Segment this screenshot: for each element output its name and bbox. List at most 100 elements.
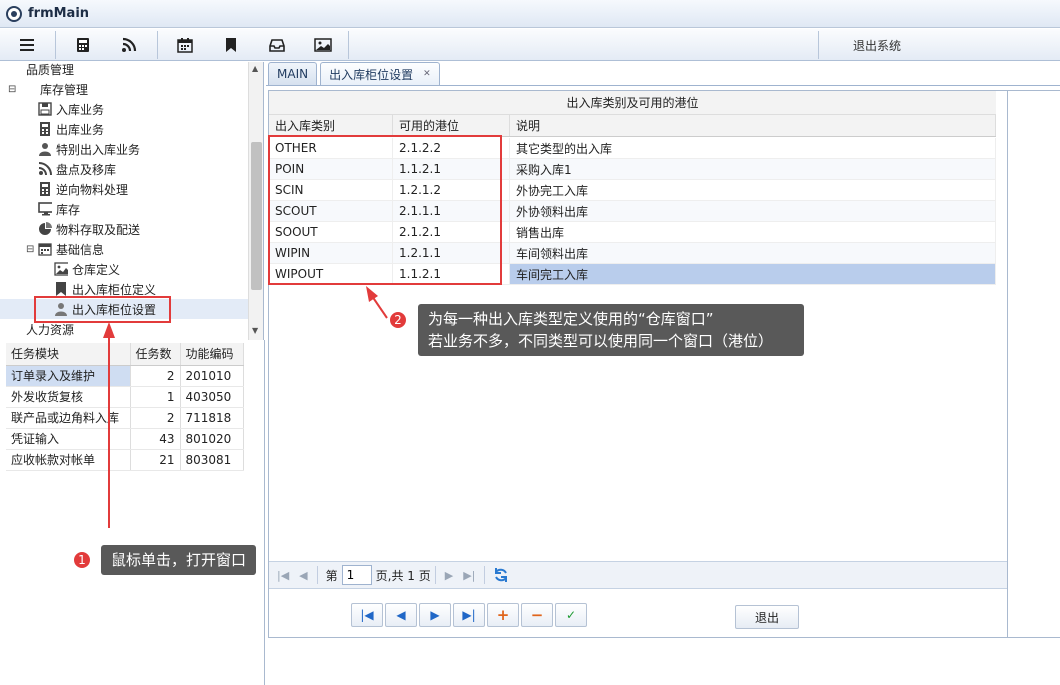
divider <box>264 340 265 685</box>
description-cell[interactable]: 采购入库1 <box>510 159 996 179</box>
table-row[interactable]: 联产品或边角料入库 2 711818 <box>6 407 244 429</box>
table-row[interactable]: 凭证输入 43 801020 <box>6 428 244 450</box>
task-count: 21 <box>130 449 181 471</box>
bookmark-icon[interactable] <box>218 33 244 57</box>
scroll-up-icon[interactable]: ▲ <box>252 64 258 73</box>
table-row[interactable]: 外发收货复核 1 403050 <box>6 386 244 408</box>
column-header[interactable]: 任务数 <box>130 343 181 366</box>
tree-item-label: 人力资源 <box>26 322 75 337</box>
tree-item-label: 盘点及移库 <box>56 162 117 177</box>
table-row[interactable]: 订单录入及维护 2 201010 <box>6 365 244 387</box>
tree-item-label: 基础信息 <box>56 242 105 257</box>
tree-item-label: 出入库柜位定义 <box>72 282 157 297</box>
column-header[interactable]: 说明 <box>510 115 996 136</box>
tree-item-label: 出库业务 <box>56 122 105 137</box>
scroll-thumb[interactable] <box>251 142 262 290</box>
next-page-icon[interactable]: ▶ <box>445 569 453 582</box>
tree-item-label: 特别出入库业务 <box>56 142 141 157</box>
add-record-button[interactable]: + <box>487 603 519 627</box>
tree-item-outbound[interactable]: 出库业务 <box>0 119 248 139</box>
task-name: 订单录入及维护 <box>6 365 131 387</box>
close-icon[interactable]: ✕ <box>423 69 431 79</box>
exit-button[interactable]: 退出 <box>735 605 799 629</box>
inbox-icon[interactable] <box>264 33 290 57</box>
task-code: 403050 <box>180 386 244 408</box>
calculator-icon <box>38 122 52 136</box>
task-count: 1 <box>130 386 181 408</box>
task-code: 801020 <box>180 428 244 450</box>
tree-item-warehouse-definition[interactable]: 仓库定义 <box>0 259 248 279</box>
tree-item-label: 仓库定义 <box>72 262 121 277</box>
prev-record-button[interactable]: ◀ <box>385 603 417 627</box>
task-count: 2 <box>130 365 181 387</box>
tree-scrollbar[interactable]: ▲ ▼ <box>248 62 263 340</box>
image-icon <box>54 262 68 276</box>
column-header[interactable]: 可用的港位 <box>393 115 510 136</box>
window-title: frmMain <box>28 6 90 21</box>
first-page-icon[interactable]: |◀ <box>277 569 289 582</box>
delete-record-button[interactable]: − <box>521 603 553 627</box>
tree-item-special-in-out[interactable]: 特别出入库业务 <box>0 139 248 159</box>
calculator-icon[interactable] <box>70 33 96 57</box>
prev-page-icon[interactable]: ◀ <box>299 569 307 582</box>
last-record-button[interactable]: ▶| <box>453 603 485 627</box>
table-row[interactable]: 应收帐款对帐单 21 803081 <box>6 449 244 471</box>
save-record-button[interactable]: ✓ <box>555 603 587 627</box>
description-cell[interactable]: 外协完工入库 <box>510 180 996 200</box>
description-cell[interactable]: 其它类型的出入库 <box>510 138 996 158</box>
callout-slot-definition: 为每一种出入库类型定义使用的“仓库窗口” 若业务不多，不同类型可以使用同一个窗口… <box>418 304 804 356</box>
collapse-icon[interactable]: ⊟ <box>8 84 22 95</box>
description-cell[interactable]: 销售出库 <box>510 222 996 242</box>
column-header[interactable]: 出入库类别 <box>269 115 393 136</box>
refresh-icon[interactable] <box>493 567 509 583</box>
calendar-icon[interactable] <box>172 33 198 57</box>
description-cell[interactable]: 车间完工入库 <box>510 264 996 284</box>
description-cell[interactable]: 车间领料出库 <box>510 243 996 263</box>
exit-system-button[interactable]: 退出系统 <box>853 37 901 54</box>
description-cell[interactable]: 外协领料出库 <box>510 201 996 221</box>
pager: |◀ ◀ 第 页,共 1 页 ▶ ▶| <box>269 561 1007 589</box>
callout-badge: 2 <box>388 310 408 330</box>
tree-item-stocktake[interactable]: 盘点及移库 <box>0 159 248 179</box>
scroll-down-icon[interactable]: ▼ <box>252 326 258 335</box>
rss-icon[interactable] <box>116 33 142 57</box>
tab-main[interactable]: MAIN <box>268 62 318 85</box>
tree-item-reverse-material[interactable]: 逆向物料处理 <box>0 179 248 199</box>
first-record-button[interactable]: |◀ <box>351 603 383 627</box>
column-header[interactable]: 任务模块 <box>6 343 131 366</box>
calculator-icon <box>38 182 52 196</box>
task-code: 711818 <box>180 407 244 429</box>
menu-icon[interactable] <box>14 33 40 57</box>
next-record-button[interactable]: ▶ <box>419 603 451 627</box>
tab-label: MAIN <box>277 67 309 81</box>
page-number-input[interactable] <box>341 565 372 585</box>
task-code: 201010 <box>180 365 244 387</box>
tree-item-label: 库存 <box>56 202 81 217</box>
tree-item-quality[interactable]: 品质管理 <box>0 62 248 79</box>
image-icon[interactable] <box>310 33 336 57</box>
callout-line: 为每一种出入库类型定义使用的“仓库窗口” <box>428 310 714 328</box>
task-grid-header: 任务模块 任务数 功能编码 <box>6 343 244 366</box>
column-header[interactable]: 功能编码 <box>180 343 244 366</box>
callout-badge: 1 <box>72 550 92 570</box>
tab-slot-settings[interactable]: 出入库柜位设置 ✕ <box>320 62 440 85</box>
tree-item-stock[interactable]: 库存 <box>0 199 248 219</box>
tree-item-inventory-management[interactable]: ⊟ 库存管理 <box>0 79 248 99</box>
title-bar: frmMain <box>0 0 1060 28</box>
tree-item-label: 品质管理 <box>26 62 75 77</box>
tree-item-basic-info[interactable]: ⊟ 基础信息 <box>0 239 248 259</box>
last-page-icon[interactable]: ▶| <box>463 569 475 582</box>
tab-label: 出入库柜位设置 <box>329 67 414 82</box>
collapse-icon[interactable]: ⊟ <box>26 244 38 255</box>
grid-group-header: 出入库类别及可用的港位 <box>269 91 996 115</box>
callout-line: 若业务不多，不同类型可以使用同一个窗口（港位） <box>428 332 774 350</box>
callout-open-window: 鼠标单击，打开窗口 <box>101 545 257 575</box>
tree-item-label: 入库业务 <box>56 102 105 117</box>
tree-item-material-distribution[interactable]: 物料存取及配送 <box>0 219 248 239</box>
tree-item-label: 物料存取及配送 <box>56 222 141 237</box>
tree-item-inbound[interactable]: 入库业务 <box>0 99 248 119</box>
right-panel <box>1008 90 1060 638</box>
highlight-box-menu <box>34 296 171 323</box>
page-prefix: 第 <box>325 568 338 583</box>
tab-strip: MAIN 出入库柜位设置 ✕ <box>268 62 443 86</box>
